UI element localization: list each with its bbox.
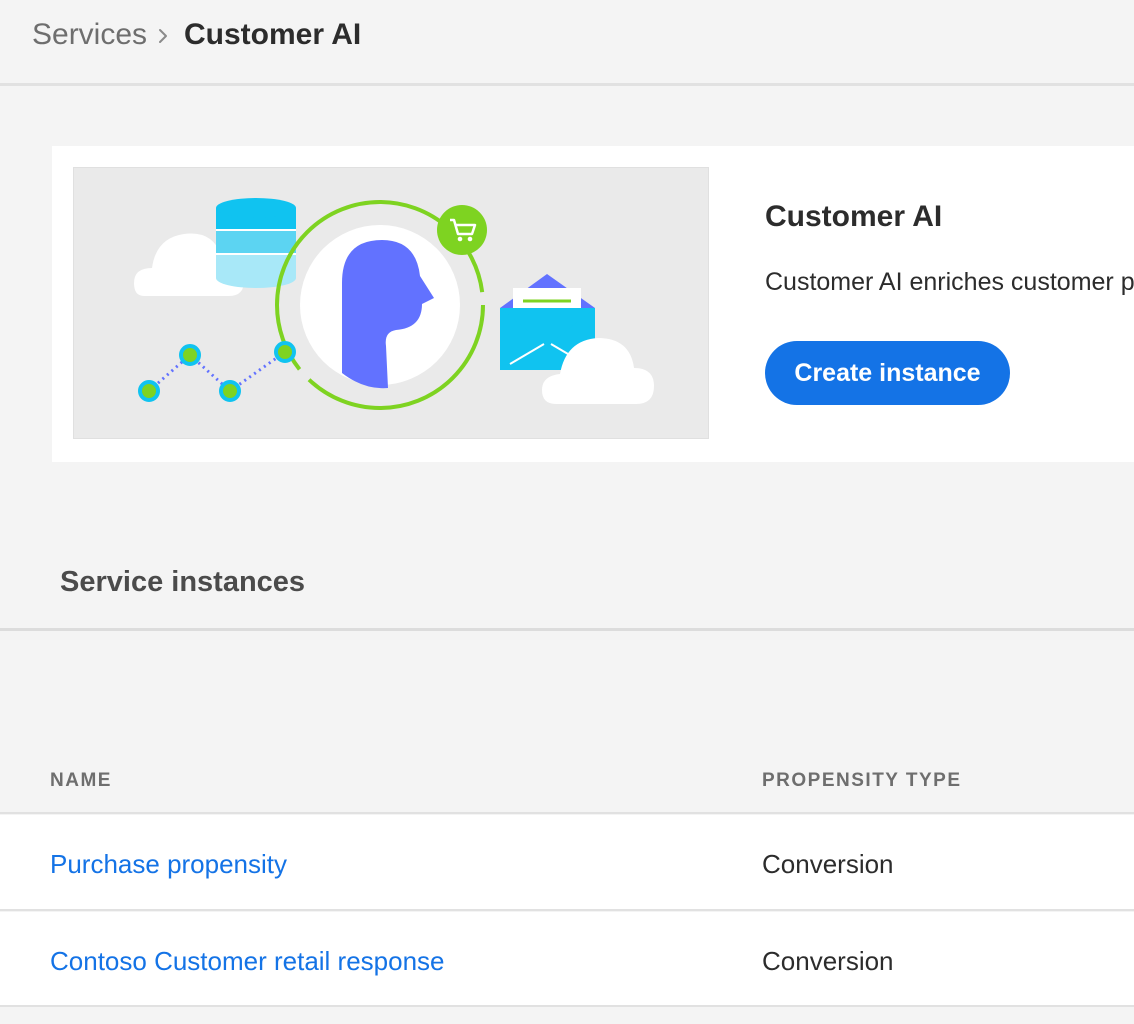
instance-name-link[interactable]: Purchase propensity — [50, 849, 287, 880]
breadcrumb: Services Customer AI — [0, 0, 1134, 86]
table-row[interactable]: Contoso Customer retail response Convers… — [0, 912, 1134, 1007]
instance-name-link[interactable]: Contoso Customer retail response — [50, 946, 445, 977]
shopping-cart-icon — [437, 205, 487, 255]
column-header-name[interactable]: NAME — [50, 770, 112, 792]
section-title: Service instances — [60, 566, 306, 598]
propensity-type-cell: Conversion — [762, 849, 894, 879]
breadcrumb-current: Customer AI — [184, 18, 362, 51]
create-instance-button[interactable]: Create instance — [765, 341, 1010, 405]
propensity-type-cell: Conversion — [762, 946, 894, 976]
service-illustration — [73, 167, 709, 439]
database-icon — [216, 198, 296, 288]
customer-ai-illustration — [134, 198, 654, 410]
chevron-right-icon — [159, 29, 167, 43]
section-divider — [0, 628, 1134, 631]
table-row[interactable]: Purchase propensity Conversion — [0, 815, 1134, 911]
table-header: NAME PROPENSITY TYPE — [0, 740, 1134, 814]
column-header-propensity-type[interactable]: PROPENSITY TYPE — [762, 770, 962, 792]
breadcrumb-services-link[interactable]: Services — [32, 18, 147, 52]
service-description: Customer AI enriches customer p — [765, 268, 1134, 296]
service-title: Customer AI — [765, 200, 943, 233]
